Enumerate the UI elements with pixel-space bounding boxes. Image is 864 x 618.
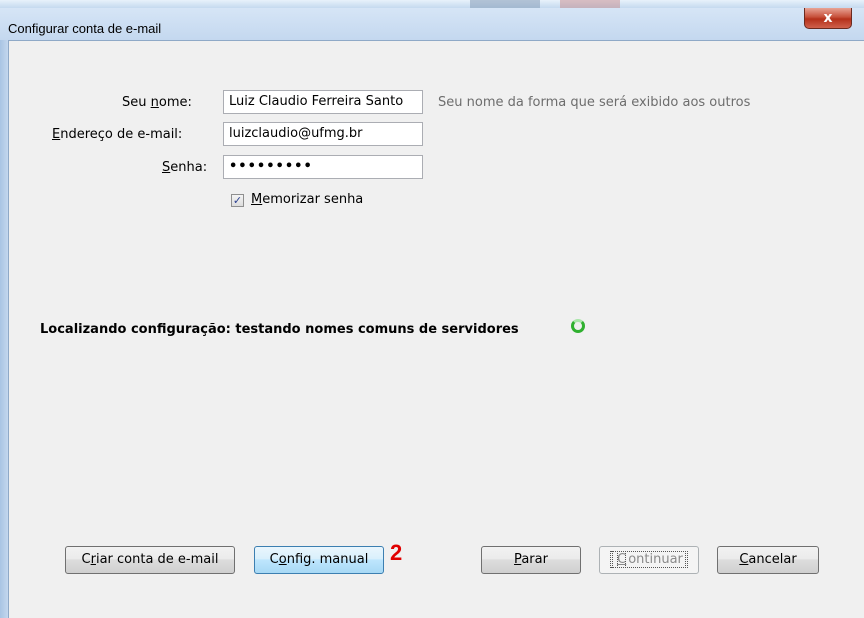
email-label: Endereço de e-mail: [52, 127, 183, 142]
name-label: Seu nome: [122, 95, 192, 110]
password-input[interactable]: ••••••••• [223, 155, 423, 179]
loading-spinner-icon [571, 319, 585, 333]
password-label: Senha: [162, 160, 208, 175]
create-account-button[interactable]: Criar conta de e-mail [65, 546, 235, 574]
name-hint: Seu nome da forma que será exibido aos o… [438, 95, 751, 110]
window-title: Configurar conta de e-mail [8, 21, 162, 36]
title-bar[interactable]: Configurar conta de e-mail [0, 8, 864, 40]
continue-button[interactable]: Continuar [599, 546, 699, 574]
manual-config-button[interactable]: Config. manual [254, 546, 384, 574]
annotation-marker: 2 [390, 540, 403, 565]
stop-button[interactable]: Parar [481, 546, 581, 574]
cancel-button[interactable]: Cancelar [717, 546, 819, 574]
close-icon: x [823, 10, 833, 26]
name-input[interactable]: Luiz Claudio Ferreira Santo [223, 90, 423, 114]
remember-password-checkbox[interactable]: ✓ [231, 194, 244, 207]
status-message: Localizando configuração: testando nomes… [40, 322, 519, 337]
background-blur [560, 0, 620, 8]
background-blur [470, 0, 540, 8]
close-button[interactable]: x [804, 8, 852, 29]
window-border [0, 40, 8, 618]
dialog-content: Seu nome: Luiz Claudio Ferreira Santo Se… [8, 40, 864, 618]
remember-password-label[interactable]: Memorizar senha [251, 192, 363, 207]
dialog-window: Configurar conta de e-mail x Seu nome: L… [0, 0, 864, 618]
email-input[interactable]: luizclaudio@ufmg.br [223, 122, 423, 146]
